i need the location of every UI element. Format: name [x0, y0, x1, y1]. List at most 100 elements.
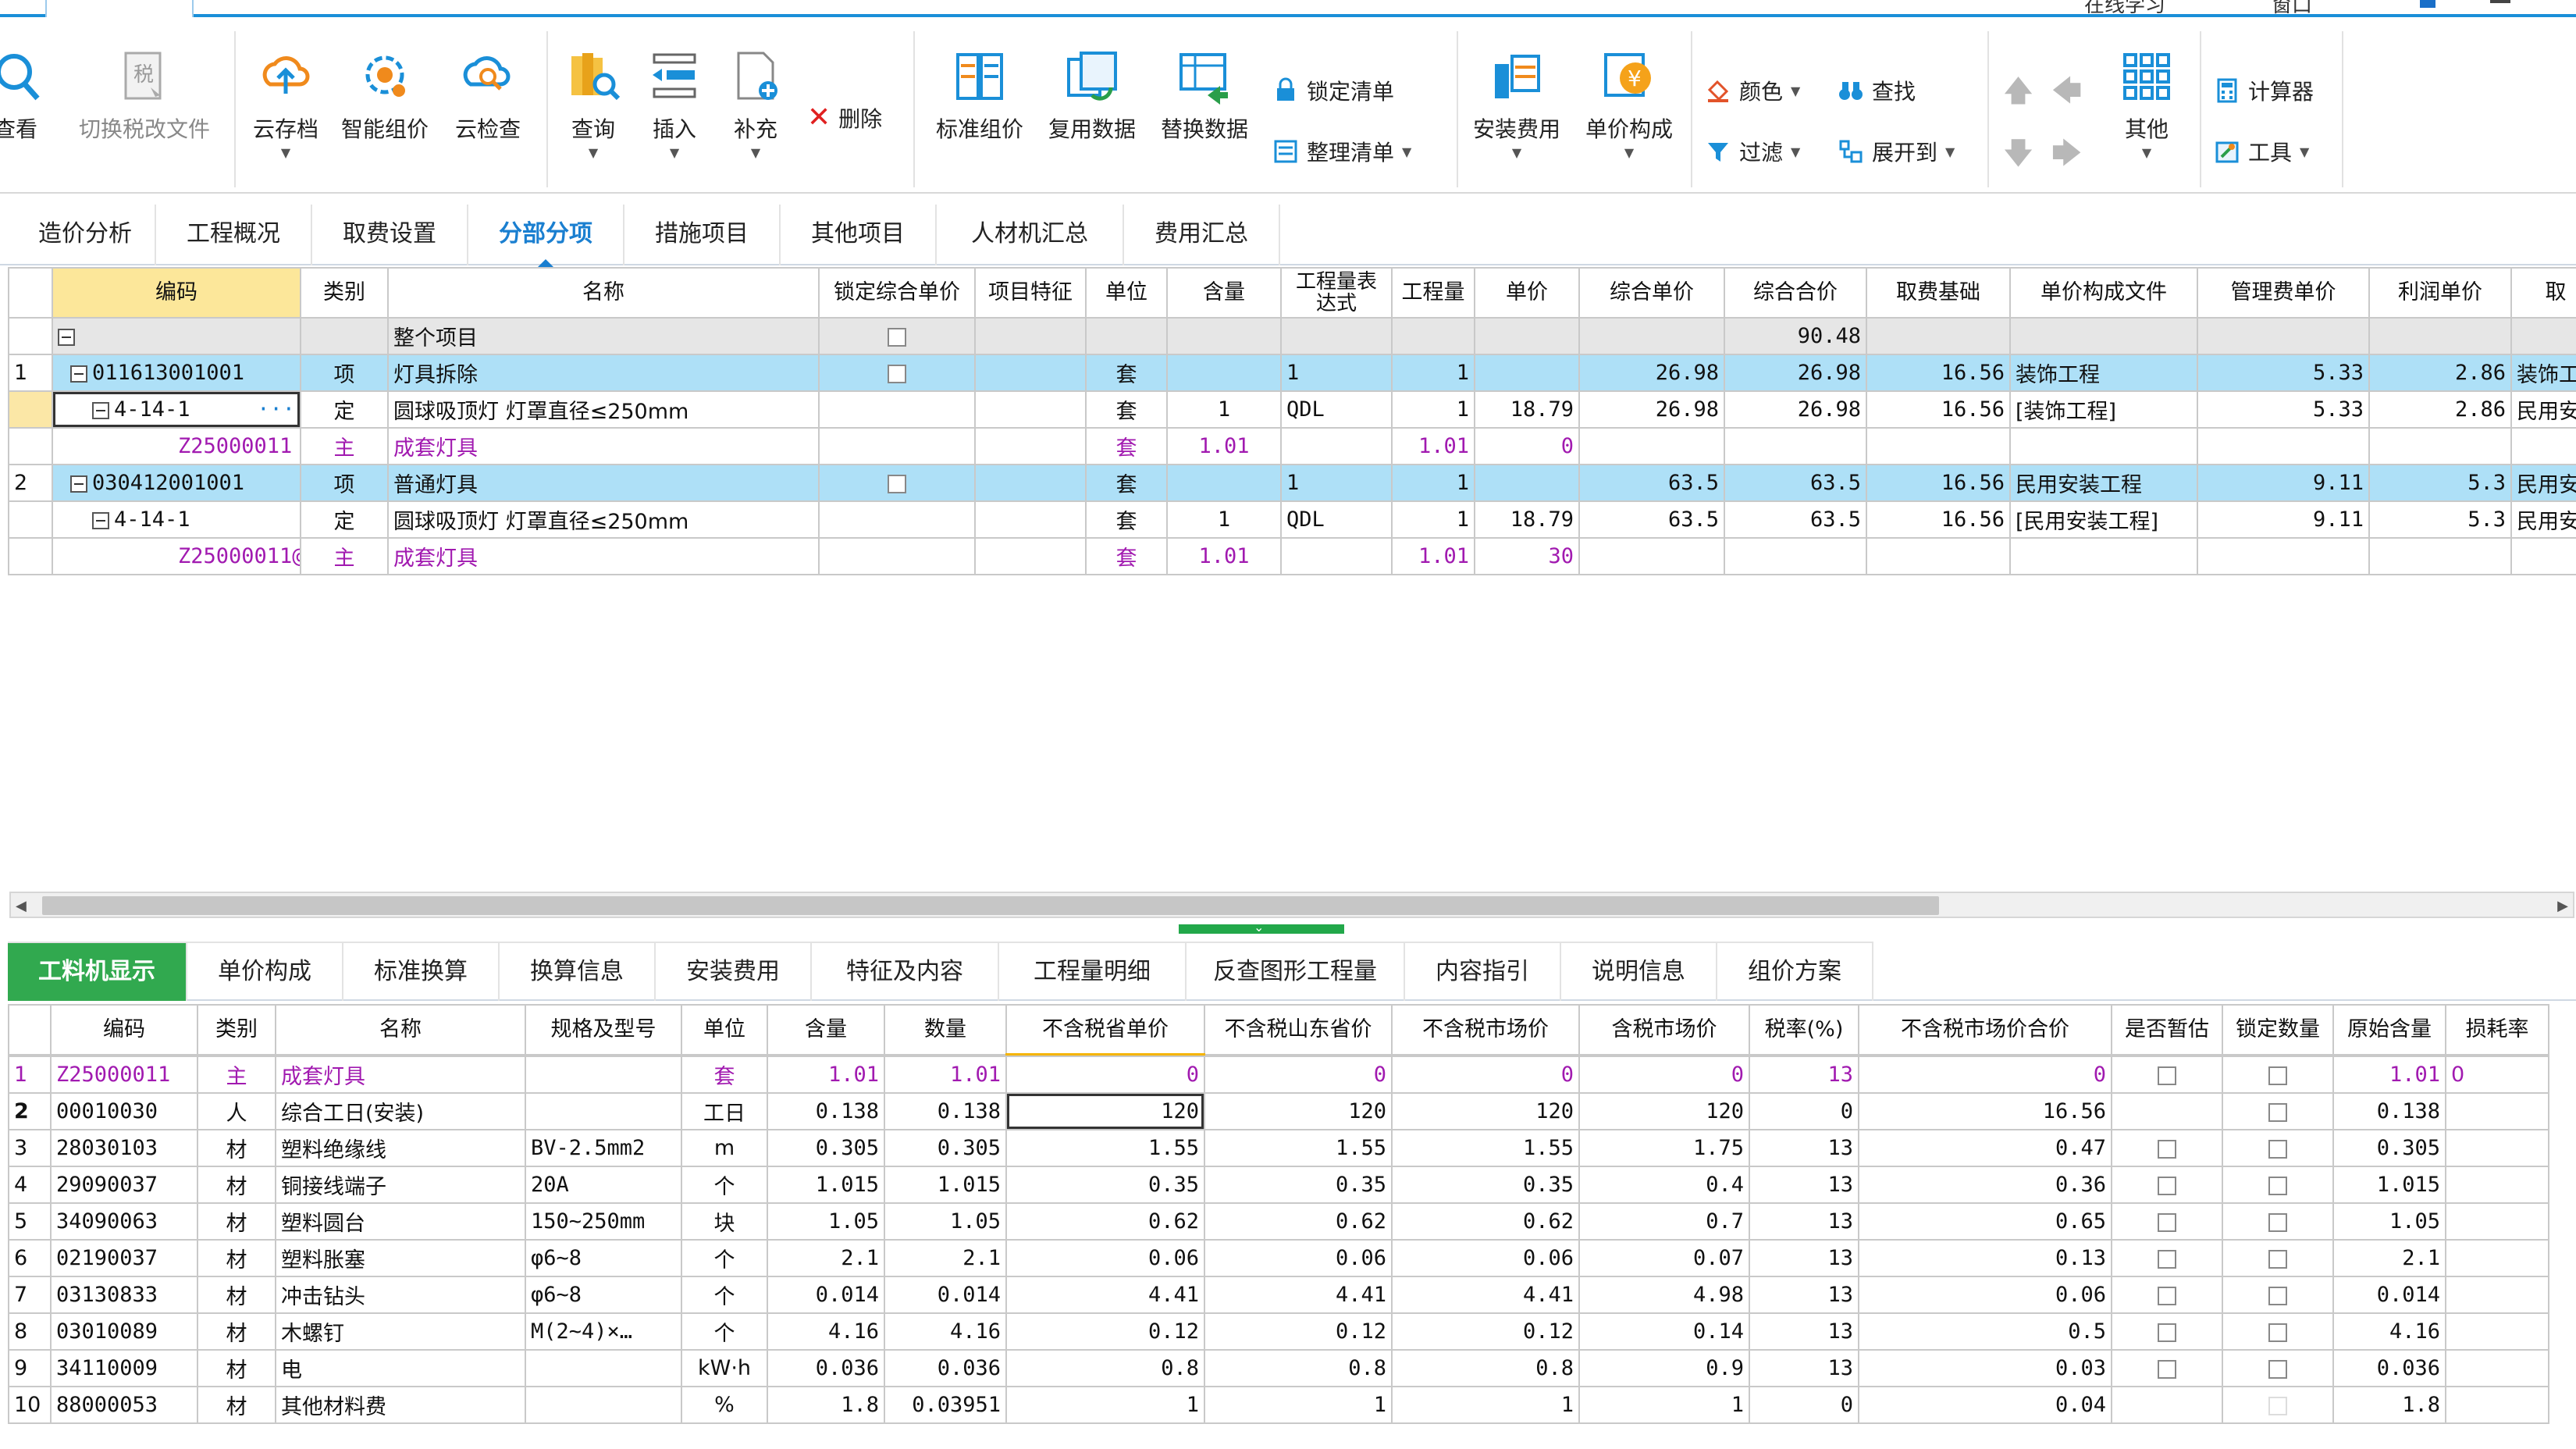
market-price-tax-cell[interactable]: 120: [1578, 1092, 1750, 1130]
province-price-cell[interactable]: 0: [1005, 1056, 1205, 1094]
content-cell[interactable]: 1.01: [1166, 427, 1282, 465]
type-cell[interactable]: 主: [300, 537, 389, 575]
header-market-price[interactable]: 不含税市场价: [1391, 1004, 1580, 1056]
query-button[interactable]: 查询 ▼: [556, 48, 631, 159]
lock-qty-cell[interactable]: [2222, 1386, 2334, 1424]
provisional-checkbox[interactable]: [2158, 1212, 2176, 1232]
header-content[interactable]: 含量: [1166, 267, 1282, 319]
market-price-cell[interactable]: 0.62: [1391, 1202, 1580, 1241]
header-qty[interactable]: 工程量: [1391, 267, 1475, 319]
collapse-icon[interactable]: [92, 401, 109, 419]
type-cell[interactable]: 材: [197, 1166, 276, 1204]
lock-checkbox[interactable]: [888, 474, 906, 493]
type-cell[interactable]: 材: [197, 1239, 276, 1277]
tab-project-overview[interactable]: 工程概况: [156, 205, 312, 265]
original-content-cell[interactable]: 1.8: [2332, 1386, 2446, 1424]
content-cell[interactable]: 1: [1166, 390, 1282, 429]
comp-total-cell[interactable]: 26.98: [1724, 354, 1867, 392]
type-cell[interactable]: 材: [197, 1202, 276, 1241]
code-cell[interactable]: 02190037: [50, 1239, 198, 1277]
code-cell[interactable]: Z25000011: [50, 1056, 198, 1094]
replace-data-button[interactable]: 替换数据: [1154, 48, 1255, 144]
code-cell[interactable]: 29090037: [50, 1166, 198, 1204]
features-cell[interactable]: [974, 390, 1087, 429]
market-price-cell[interactable]: 120: [1391, 1092, 1580, 1130]
price-file-cell[interactable]: 装饰工程: [2009, 354, 2198, 392]
tax-rate-cell[interactable]: 13: [1749, 1312, 1859, 1351]
name-cell[interactable]: 塑料绝缘线: [275, 1129, 526, 1167]
content-cell[interactable]: 0.036: [767, 1349, 885, 1387]
lock-qty-cell[interactable]: [2222, 1129, 2334, 1167]
table-row[interactable]: 1 011613001001 项 灯具拆除 套 1 1 26.98 26.98 …: [8, 354, 2576, 392]
expr-cell[interactable]: [1280, 427, 1393, 465]
tab-installation-fee[interactable]: 安装费用: [656, 942, 812, 1001]
table-row[interactable]: 5 34090063 材塑料圆台 150~250mm 块 1.05 1.05 0.62 0.62…: [8, 1202, 2549, 1241]
collapse-icon[interactable]: [92, 511, 109, 529]
quantity-cell[interactable]: 4.16: [884, 1312, 1007, 1351]
mgmt-cell[interactable]: 5.33: [2197, 354, 2370, 392]
loss-rate-cell[interactable]: [2445, 1129, 2549, 1167]
reuse-data-button[interactable]: 复用数据: [1041, 48, 1143, 144]
content-cell[interactable]: 2.1: [767, 1239, 885, 1277]
expr-cell[interactable]: QDL: [1280, 390, 1393, 429]
header-tax-rate[interactable]: 税率(%): [1749, 1004, 1859, 1056]
mgmt-cell[interactable]: 5.33: [2197, 390, 2370, 429]
type-cell[interactable]: 材: [197, 1276, 276, 1314]
provisional-cell[interactable]: [2111, 1202, 2223, 1241]
type-cell[interactable]: 主: [300, 427, 389, 465]
lock-qty-checkbox[interactable]: [2268, 1286, 2287, 1305]
comp-total-cell[interactable]: 63.5: [1724, 464, 1867, 502]
lock-qty-cell[interactable]: [2222, 1166, 2334, 1204]
extra-cell[interactable]: 民用安: [2510, 500, 2576, 539]
province-price-cell[interactable]: 4.41: [1005, 1276, 1205, 1314]
online-learning-link[interactable]: 在线学习: [2084, 0, 2165, 18]
unit-cell[interactable]: 工日: [681, 1092, 768, 1130]
lock-qty-checkbox[interactable]: [2268, 1323, 2287, 1342]
unit-cell[interactable]: 套: [681, 1056, 768, 1094]
code-cell[interactable]: 28030103: [50, 1129, 198, 1167]
lock-qty-cell[interactable]: [2222, 1092, 2334, 1130]
spec-cell[interactable]: [525, 1056, 682, 1094]
content-cell[interactable]: [1166, 464, 1282, 502]
smart-pricing-button[interactable]: 智能组价: [334, 48, 436, 144]
shandong-price-cell[interactable]: 1.55: [1204, 1129, 1393, 1167]
unit-cell[interactable]: 套: [1085, 464, 1168, 502]
market-price-tax-cell[interactable]: 1: [1578, 1386, 1750, 1424]
header-type[interactable]: 类别: [197, 1004, 276, 1056]
original-content-cell[interactable]: 1.015: [2332, 1166, 2446, 1204]
name-cell[interactable]: 圆球吸顶灯 灯罩直径≤250mm: [387, 500, 820, 539]
name-cell[interactable]: 灯具拆除: [387, 354, 820, 392]
provisional-cell[interactable]: [2111, 1349, 2223, 1387]
provisional-cell[interactable]: [2111, 1312, 2223, 1351]
tab-conversion-info[interactable]: 换算信息: [500, 942, 656, 1001]
header-code[interactable]: 编码: [52, 267, 301, 319]
profit-cell[interactable]: 5.3: [2368, 500, 2512, 539]
quantity-cell[interactable]: 1.05: [884, 1202, 1007, 1241]
provisional-cell[interactable]: [2111, 1166, 2223, 1204]
table-row[interactable]: 8 03010089 材木螺钉 M(2~4)×… 个 4.16 4.16 0.12 0.12 0.…: [8, 1312, 2549, 1351]
code-cell[interactable]: 88000053: [50, 1386, 198, 1424]
table-row[interactable]: Z25000011 主 成套灯具 套 1.01 1.01 0: [8, 427, 2576, 465]
standard-pricing-button[interactable]: 标准组价: [929, 48, 1030, 144]
table-row[interactable]: 4-14-1 定 圆球吸顶灯 灯罩直径≤250mm 套 1 QDL 1 18.7…: [8, 500, 2576, 539]
loss-rate-cell[interactable]: [2445, 1202, 2549, 1241]
header-lock-price[interactable]: 锁定综合单价: [818, 267, 976, 319]
province-price-cell[interactable]: 0.35: [1005, 1166, 1205, 1204]
price-cell[interactable]: 18.79: [1474, 390, 1580, 429]
header-code[interactable]: 编码: [50, 1004, 198, 1056]
unit-cell[interactable]: 套: [1085, 354, 1168, 392]
code-cell[interactable]: 011613001001: [52, 354, 301, 392]
name-cell[interactable]: 普通灯具: [387, 464, 820, 502]
header-content[interactable]: 含量: [767, 1004, 885, 1056]
unit-cell[interactable]: 套: [1085, 427, 1168, 465]
header-quantity[interactable]: 数量: [884, 1004, 1007, 1056]
code-cell[interactable]: Z25000011: [52, 427, 301, 465]
fee-base-cell[interactable]: 16.56: [1866, 390, 2011, 429]
supplement-button[interactable]: 补充 ▼: [718, 48, 793, 159]
mgmt-cell[interactable]: 9.11: [2197, 464, 2370, 502]
header-province-price[interactable]: 不含税省单价: [1005, 1004, 1205, 1056]
quantity-cell[interactable]: 0.305: [884, 1129, 1007, 1167]
tab-reverse-lookup[interactable]: 反查图形工程量: [1187, 942, 1405, 1001]
header-market-total[interactable]: 不含税市场价合价: [1858, 1004, 2112, 1056]
tax-rate-cell[interactable]: 0: [1749, 1386, 1859, 1424]
